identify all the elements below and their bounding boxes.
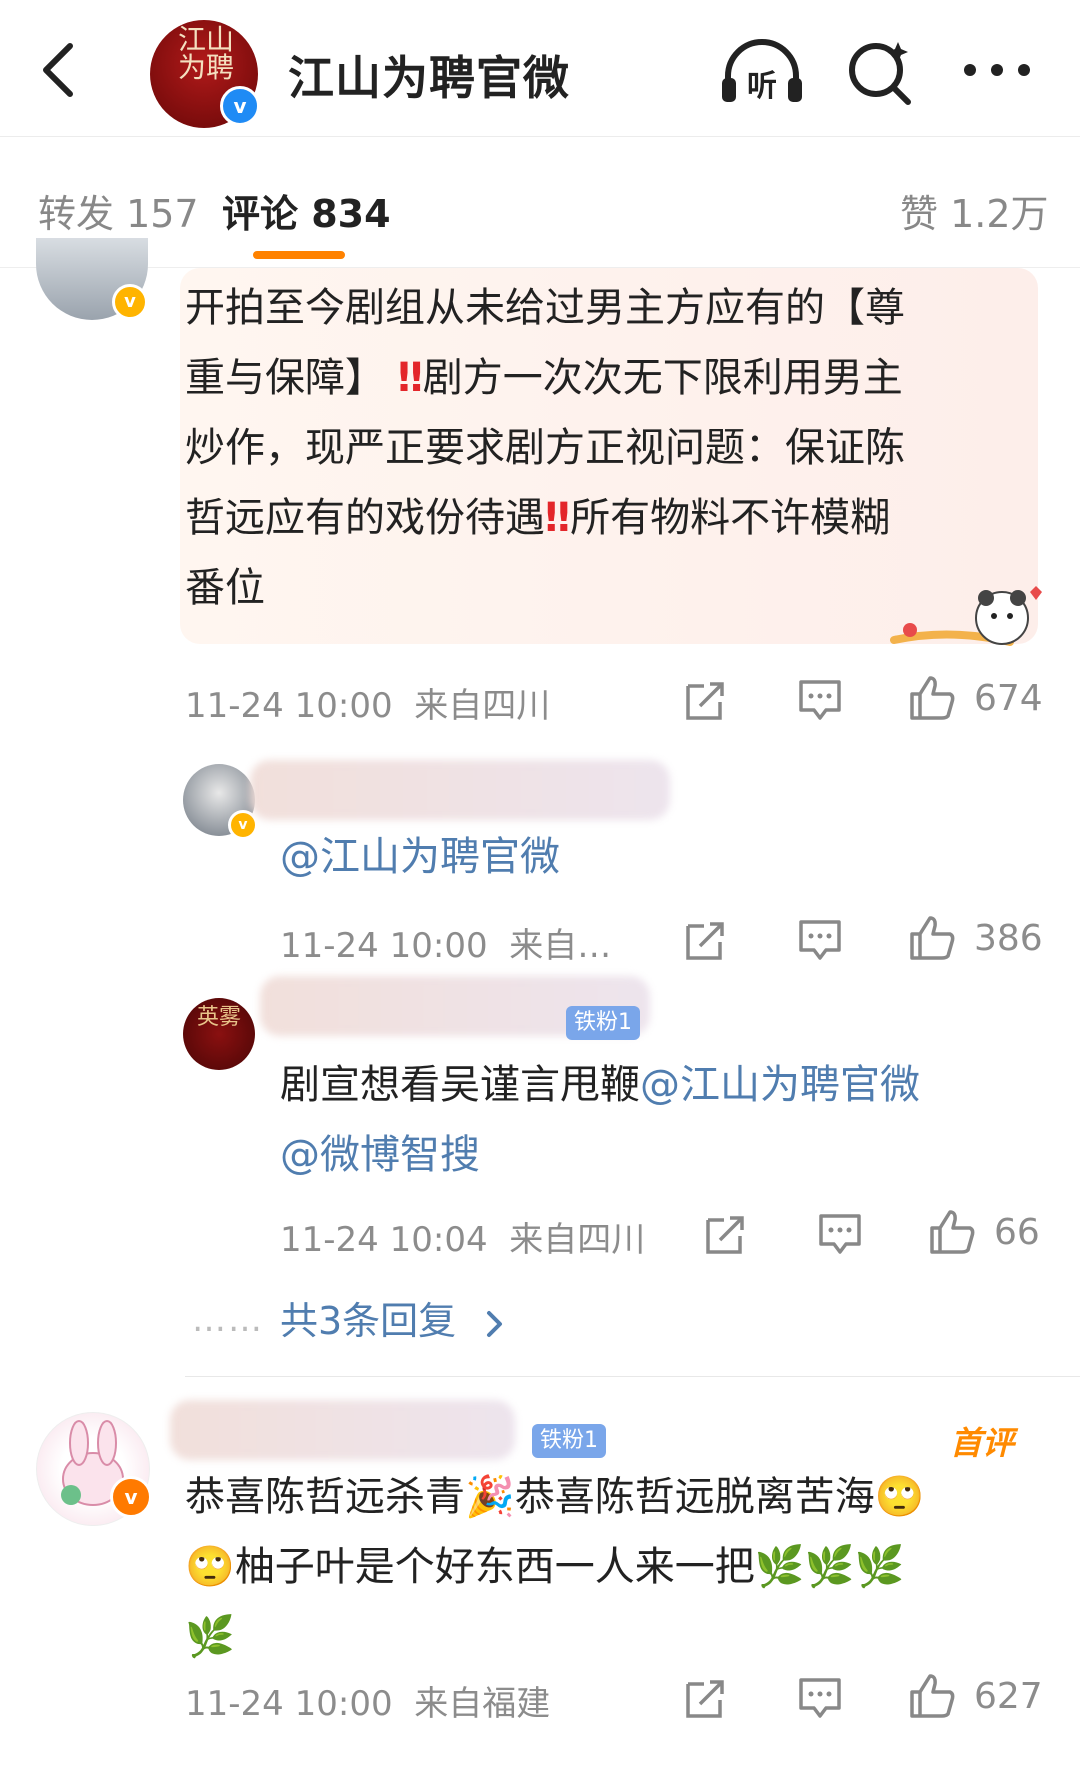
location-text: 来自四川 <box>414 686 551 726</box>
avatar-calligraphy: 江山为聘 <box>178 23 235 84</box>
mention-link[interactable]: @微博智搜 <box>280 1120 1040 1190</box>
comment-fragment: 恭喜陈哲远脱离苦海 <box>514 1474 875 1520</box>
time-text: 11-24 10:00 <box>185 1684 393 1724</box>
location-text: 来自… <box>509 926 612 966</box>
page-title: 江山为聘官微 <box>288 51 570 105</box>
share-icon[interactable] <box>704 1212 748 1256</box>
eye-roll-icon: 🙄 <box>874 1474 925 1520</box>
time-text: 11-24 10:00 <box>185 686 393 726</box>
listen-icon[interactable]: 听 <box>720 38 804 108</box>
reply-text: 剧宣想看吴谨言甩鞭@江山为聘官微 @微博智搜 <box>280 1050 1040 1190</box>
like-icon[interactable] <box>908 914 956 962</box>
avatar-calligraphy: 英雾 <box>197 1005 242 1030</box>
reply-fragment: 剧宣想看吴谨言甩鞭 <box>280 1062 640 1108</box>
share-icon[interactable] <box>684 1676 728 1720</box>
like-count: 627 <box>974 1676 1043 1717</box>
reply-time: 11-24 10:00 来自… <box>280 918 611 967</box>
tab-repost[interactable]: 转发 157 <box>38 183 199 238</box>
comment-icon[interactable] <box>818 1212 862 1256</box>
verified-badge: v <box>112 284 148 320</box>
leaf-icon: 🌿 <box>754 1544 805 1590</box>
reply-time: 11-24 10:04 来自四川 <box>280 1212 645 1261</box>
comment-line: 炒作，现严正要求剧方正视问题：保证陈 <box>185 425 905 471</box>
comment-fragment: 恭喜陈哲远杀青 <box>185 1474 465 1520</box>
leaf-icon: 🌿 <box>185 1614 235 1660</box>
svg-text:听: 听 <box>747 69 777 104</box>
fan-badge: 铁粉1 <box>532 1424 606 1458</box>
view-replies-link[interactable]: 共3条回复 <box>280 1290 506 1345</box>
reply-line: 剧宣想看吴谨言甩鞭@江山为聘官微 <box>280 1050 1040 1120</box>
location-text: 来自四川 <box>509 1220 646 1260</box>
comment-fragment: 重与保障】 <box>185 355 385 401</box>
tab-active-indicator <box>253 251 345 259</box>
tab-like[interactable]: 赞 1.2万 <box>900 183 1049 238</box>
comment-line: 🙄柚子叶是个好东西一人来一把🌿🌿🌿 <box>185 1532 1045 1602</box>
double-exclamation-icon: ‼ <box>397 355 423 401</box>
redacted-username <box>170 1400 515 1460</box>
mention-link[interactable]: @江山为聘官微 <box>280 822 560 892</box>
mention-link[interactable]: @江山为聘官微 <box>640 1062 920 1108</box>
comment-text: 恭喜陈哲远杀青🎉恭喜陈哲远脱离苦海🙄 🙄柚子叶是个好东西一人来一把🌿🌿🌿 🌿 <box>185 1462 1045 1672</box>
back-icon[interactable] <box>38 40 78 100</box>
share-icon[interactable] <box>684 918 728 962</box>
first-comment-badge: 首评 <box>950 1424 1015 1462</box>
time-text: 11-24 10:00 <box>280 926 488 966</box>
comment-text: 开拍至今剧组从未给过男主方应有的【尊 重与保障】 ‼剧方一次次无下限利用男主 炒… <box>185 273 1035 623</box>
eye-roll-icon: 🙄 <box>185 1544 235 1590</box>
more-icon[interactable] <box>962 58 1032 82</box>
chevron-right-icon <box>487 1310 503 1337</box>
comment-line: 开拍至今剧组从未给过男主方应有的【尊 <box>185 285 905 331</box>
comment-icon[interactable] <box>798 1676 842 1720</box>
comment-time: 11-24 10:00 来自福建 <box>185 1676 550 1725</box>
like-icon[interactable] <box>908 1672 956 1720</box>
thread-dots: …… <box>192 1300 264 1340</box>
fan-badge: 铁粉1 <box>566 1006 640 1040</box>
like-count: 66 <box>994 1212 1040 1253</box>
comment-line: 重与保障】 ‼剧方一次次无下限利用男主 <box>185 343 1035 413</box>
leaf-icon: 🌿 <box>804 1544 855 1590</box>
comment-fragment: 剧方一次次无下限利用男主 <box>422 355 903 401</box>
share-icon[interactable] <box>684 678 728 722</box>
redacted-username <box>250 760 670 820</box>
verified-badge: v <box>220 86 260 126</box>
comment-divider <box>185 1376 1080 1377</box>
comment-fragment: 柚子叶是个好东西一人来一把 <box>234 1544 755 1590</box>
time-text: 11-24 10:04 <box>280 1220 488 1260</box>
like-count: 386 <box>974 918 1043 959</box>
comment-line: 哲远应有的戏份待遇‼所有物料不许模糊 <box>185 483 1035 553</box>
tab-bar: 转发 157 评论 834 赞 1.2万 <box>0 137 1080 268</box>
like-count: 674 <box>974 678 1043 719</box>
tab-comment[interactable]: 评论 834 <box>222 183 391 238</box>
top-bar: 江山为聘 v 江山为聘官微 听 <box>0 0 1080 137</box>
like-icon[interactable] <box>928 1208 976 1256</box>
double-exclamation-icon: ‼ <box>545 495 571 541</box>
comment-line: 恭喜陈哲远杀青🎉恭喜陈哲远脱离苦海🙄 <box>185 1462 1045 1532</box>
comment-fragment: 所有物料不许模糊 <box>570 495 891 541</box>
comment-icon[interactable] <box>798 918 842 962</box>
view-replies-label: 共3条回复 <box>280 1299 457 1343</box>
comment-time: 11-24 10:00 来自四川 <box>185 678 550 727</box>
comment-icon[interactable] <box>798 678 842 722</box>
search-icon[interactable] <box>846 38 916 108</box>
like-icon[interactable] <box>908 674 956 722</box>
party-popper-icon: 🎉 <box>465 1474 515 1520</box>
verified-badge: v <box>228 810 258 840</box>
leaf-icon: 🌿 <box>854 1544 905 1590</box>
comment-line: 🌿 <box>185 1602 1045 1672</box>
panda-sticker-icon <box>890 586 1042 646</box>
location-text: 来自福建 <box>414 1684 551 1724</box>
verified-badge: v <box>110 1476 152 1518</box>
comment-fragment: 哲远应有的戏份待遇 <box>185 495 545 541</box>
reply-avatar[interactable]: 英雾 <box>183 998 255 1070</box>
